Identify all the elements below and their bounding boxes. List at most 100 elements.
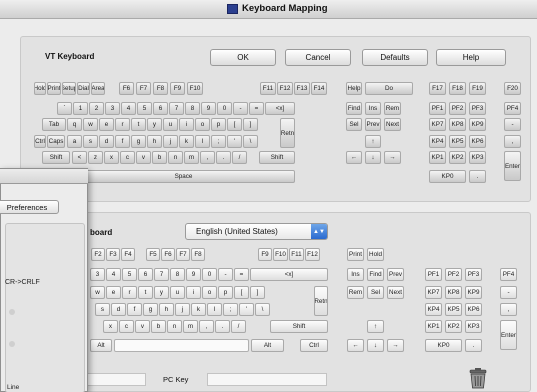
pc-key-f5[interactable]: F5 bbox=[146, 248, 160, 261]
vt-key-t[interactable]: t bbox=[131, 118, 146, 131]
vt-key-pf1[interactable]: PF1 bbox=[429, 102, 446, 115]
vt-key-7[interactable]: 7 bbox=[169, 102, 184, 115]
vt-key-n[interactable]: n bbox=[168, 151, 183, 164]
vt-key-9[interactable]: 9 bbox=[201, 102, 216, 115]
vt-key-kp2[interactable]: KP2 bbox=[449, 151, 466, 164]
vt-key-kp4[interactable]: KP4 bbox=[429, 135, 446, 148]
vt-key-dial[interactable]: Dial bbox=[77, 82, 90, 95]
vt-key-f8[interactable]: F8 bbox=[153, 82, 168, 95]
pc-key-slash[interactable]: / bbox=[231, 320, 246, 333]
vt-key-less-than[interactable]: < bbox=[72, 151, 87, 164]
pc-key-6[interactable]: 6 bbox=[138, 268, 153, 281]
pc-key-y[interactable]: y bbox=[154, 286, 169, 299]
vt-key-m[interactable]: m bbox=[184, 151, 199, 164]
vt-key-quote[interactable]: ' bbox=[227, 135, 242, 148]
vt-key-left-arrow[interactable]: ← bbox=[346, 151, 362, 164]
vt-key-hold[interactable]: Hold bbox=[34, 82, 46, 95]
radio-dot[interactable] bbox=[9, 309, 15, 315]
pc-key-b[interactable]: b bbox=[151, 320, 166, 333]
pc-key-right-arrow[interactable]: → bbox=[387, 339, 404, 352]
pc-key-f4[interactable]: F4 bbox=[121, 248, 135, 261]
pc-key-semicolon[interactable]: ; bbox=[223, 303, 238, 316]
pc-key-rem[interactable]: Rem bbox=[347, 286, 364, 299]
pc-key-8[interactable]: 8 bbox=[170, 268, 185, 281]
vt-key-tab[interactable]: Tab bbox=[42, 118, 66, 131]
vt-key-kp8[interactable]: KP8 bbox=[449, 118, 466, 131]
vt-key-period[interactable]: . bbox=[216, 151, 231, 164]
pc-key-v[interactable]: v bbox=[135, 320, 150, 333]
pc-key-j[interactable]: j bbox=[175, 303, 190, 316]
vt-key-pf2[interactable]: PF2 bbox=[449, 102, 466, 115]
vt-key-d[interactable]: d bbox=[99, 135, 114, 148]
pc-key-hold[interactable]: Hold bbox=[367, 248, 384, 261]
pc-key-enter[interactable]: Enter bbox=[500, 320, 517, 350]
vt-key-s[interactable]: s bbox=[83, 135, 98, 148]
vt-key-o[interactable]: o bbox=[195, 118, 210, 131]
pc-key-kp8[interactable]: KP8 bbox=[445, 286, 462, 299]
pc-key-field[interactable] bbox=[207, 373, 327, 386]
vt-key-do[interactable]: Do bbox=[365, 82, 413, 95]
pc-key-w[interactable]: w bbox=[90, 286, 105, 299]
pc-key-pf2[interactable]: PF2 bbox=[445, 268, 462, 281]
vt-key-space[interactable]: Space bbox=[72, 170, 295, 183]
vt-key-a[interactable]: a bbox=[67, 135, 82, 148]
pc-key-kp7[interactable]: KP7 bbox=[425, 286, 442, 299]
vt-key-f20[interactable]: F20 bbox=[504, 82, 521, 95]
pc-key-4[interactable]: 4 bbox=[106, 268, 121, 281]
pc-key-kp9[interactable]: KP9 bbox=[465, 286, 482, 299]
vt-key-p[interactable]: p bbox=[211, 118, 226, 131]
vt-key-f10[interactable]: F10 bbox=[187, 82, 203, 95]
pc-key-g[interactable]: g bbox=[143, 303, 158, 316]
vt-key-y[interactable]: y bbox=[147, 118, 162, 131]
vt-key-3[interactable]: 3 bbox=[105, 102, 120, 115]
pc-key-ins[interactable]: Ins bbox=[347, 268, 364, 281]
pc-key-pf4[interactable]: PF4 bbox=[500, 268, 517, 281]
vt-key-setup[interactable]: Setup bbox=[62, 82, 76, 95]
pc-key-7[interactable]: 7 bbox=[154, 268, 169, 281]
pc-key-down-arrow[interactable]: ↓ bbox=[367, 339, 384, 352]
pc-key-f12[interactable]: F12 bbox=[305, 248, 320, 261]
pc-key-right-bracket[interactable]: ] bbox=[250, 286, 265, 299]
pc-key-d[interactable]: d bbox=[111, 303, 126, 316]
vt-key-find[interactable]: Find bbox=[346, 102, 362, 115]
vt-key-minus[interactable]: - bbox=[233, 102, 248, 115]
pc-key-right-shift[interactable]: Shift bbox=[270, 320, 328, 333]
help-button[interactable]: Help bbox=[436, 49, 506, 66]
vt-key-backtick[interactable]: ` bbox=[57, 102, 72, 115]
vt-key-sel[interactable]: Sel bbox=[346, 118, 362, 131]
pc-key-r[interactable]: r bbox=[122, 286, 137, 299]
vt-key-print[interactable]: Print bbox=[47, 82, 61, 95]
vt-key-left-bracket[interactable]: [ bbox=[227, 118, 242, 131]
vt-key-0[interactable]: 0 bbox=[217, 102, 232, 115]
vt-key-area[interactable]: Area bbox=[91, 82, 105, 95]
pc-key-o[interactable]: o bbox=[202, 286, 217, 299]
pc-key-space[interactable] bbox=[114, 339, 249, 352]
radio-dot[interactable] bbox=[9, 341, 15, 347]
vt-key-kp9[interactable]: KP9 bbox=[469, 118, 486, 131]
pc-key-k[interactable]: k bbox=[191, 303, 206, 316]
pc-key-f[interactable]: f bbox=[127, 303, 142, 316]
pc-key-t[interactable]: t bbox=[138, 286, 153, 299]
pc-key-f11[interactable]: F11 bbox=[289, 248, 304, 261]
pc-key-l[interactable]: l bbox=[207, 303, 222, 316]
pc-key-f2[interactable]: F2 bbox=[91, 248, 105, 261]
vt-key-z[interactable]: z bbox=[88, 151, 103, 164]
vt-key-pf4[interactable]: PF4 bbox=[504, 102, 521, 115]
pc-key-ctrl[interactable]: Ctrl bbox=[300, 339, 328, 352]
vt-key-return[interactable]: Retn bbox=[280, 118, 295, 148]
vt-key-c[interactable]: c bbox=[120, 151, 135, 164]
pc-key-kp-period[interactable]: . bbox=[465, 339, 482, 352]
vt-key-kp-comma[interactable]: , bbox=[504, 135, 521, 148]
vt-key-pf3[interactable]: PF3 bbox=[469, 102, 486, 115]
vt-key-help[interactable]: Help bbox=[346, 82, 362, 95]
vt-key-f[interactable]: f bbox=[115, 135, 130, 148]
pc-key-kp3[interactable]: KP3 bbox=[465, 320, 482, 333]
vt-key-kp5[interactable]: KP5 bbox=[449, 135, 466, 148]
pc-key-f3[interactable]: F3 bbox=[106, 248, 120, 261]
pc-key-n[interactable]: n bbox=[167, 320, 182, 333]
pc-key-find[interactable]: Find bbox=[367, 268, 384, 281]
vt-key-rem[interactable]: Rem bbox=[384, 102, 401, 115]
language-select[interactable]: English (United States) ▲▼ bbox=[185, 223, 328, 240]
pc-key-h[interactable]: h bbox=[159, 303, 174, 316]
vt-key-6[interactable]: 6 bbox=[153, 102, 168, 115]
